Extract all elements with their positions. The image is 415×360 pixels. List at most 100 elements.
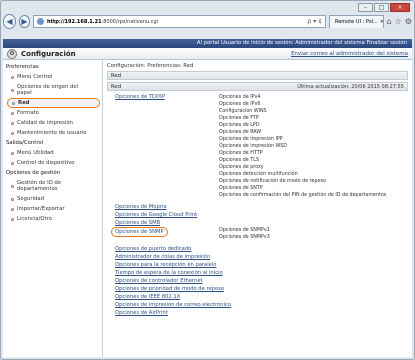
section-header-title: Red [111, 72, 122, 79]
tcpip-values: Opciones de IPv4 Opciones de IPv6 Configur… [219, 94, 408, 199]
tcpip-value: Opciones de confirmación del PIN de gest… [219, 193, 387, 198]
settings-link[interactable]: Opciones de puerto dedicado [115, 245, 408, 253]
bullet-icon [11, 197, 14, 201]
tcpip-value: Opciones de impresión WSD [219, 144, 287, 149]
sidebar-item-user-maintenance[interactable]: Mantenimiento de usuario [3, 128, 102, 138]
send-mail-link[interactable]: Enviar correo al administrador del siste… [291, 51, 408, 57]
sidebar-item-device-control[interactable]: Control de dispositivo [3, 158, 102, 168]
settings-link[interactable]: Opciones de AirPrint [115, 309, 408, 317]
snmp-settings-link[interactable]: Opciones de SNMP [111, 227, 168, 237]
tcpip-value: Opciones de SNTP [219, 186, 263, 191]
bullet-icon [11, 131, 14, 135]
settings-link[interactable]: Tiempo de espera de la conexión al inici… [115, 269, 408, 277]
top-strip [3, 32, 412, 39]
snmp-value: Opciones de SNMPv1 [219, 228, 270, 233]
network-links-a: Opciones de Mopria Opciones de Google Clo… [107, 203, 408, 227]
settings-link[interactable]: Opciones de Mopria [115, 203, 408, 211]
main-body: Preferencias Menú Control Opciones de or… [3, 60, 412, 357]
tcpip-value: Opciones de IPv6 [219, 102, 261, 107]
window-controls: – □ × [358, 3, 410, 12]
maximize-button[interactable]: □ [374, 3, 389, 12]
address-bar[interactable]: http://192.168.1.21:8000/rps/nativenu.cg… [32, 15, 326, 28]
tcpip-value: Opciones de impresión IPP [219, 137, 283, 142]
last-updated: Última actualización: 20/06 2015 08:27:5… [297, 83, 404, 90]
sidebar-item-license[interactable]: Licencia/Otro [3, 214, 102, 224]
bullet-icon [11, 111, 14, 115]
bullet-icon [11, 161, 14, 165]
browser-window: – □ × ◀ ▶ http://192.168.1.21:8000/rps/n… [0, 0, 415, 360]
sidebar-item-department-id[interactable]: Gestión de ID de departamentos [3, 178, 102, 194]
tcpip-row: Opciones de TCP/IP Opciones de IPv4 Opcio… [107, 94, 408, 199]
address-actions[interactable]: ρ ▾ ¢ [308, 18, 322, 25]
breadcrumb: Configuración: Preferencias: Red [107, 63, 194, 69]
favorites-icon[interactable]: ☆ [395, 17, 402, 26]
sidebar-item-network[interactable]: Red [7, 98, 100, 108]
tcpip-value: Opciones de HTTP [219, 151, 263, 156]
sidebar-item-security[interactable]: Seguridad [3, 194, 102, 204]
settings-link[interactable]: Opciones de SMB [115, 219, 408, 227]
content-area: Configuración: Preferencias: Red Red Red… [103, 60, 412, 357]
bullet-icon [11, 207, 14, 211]
snmp-values: Opciones de SNMPv1 Opciones de SNMPv3 [219, 227, 270, 241]
settings-link[interactable]: Opciones de prioridad de modo de reposo [115, 285, 408, 293]
tab-close-button[interactable]: × [380, 19, 383, 25]
tcpip-settings-link[interactable]: Opciones de TCP/IP [107, 94, 219, 199]
bullet-icon [11, 75, 14, 79]
tcpip-value: Opciones de FTP [219, 116, 259, 121]
sidebar-item-paper-source[interactable]: Opciones de origen del papel [3, 82, 102, 98]
subsection-header: Red Última actualización: 20/06 2015 08:… [107, 82, 408, 91]
browser-navbar: ◀ ▶ http://192.168.1.21:8000/rps/nativen… [3, 13, 412, 30]
settings-link[interactable]: Administrador de colas de impresión [115, 253, 408, 261]
page: Al portal Usuario de inicio de sesión: A… [3, 32, 412, 357]
settings-link[interactable]: Opciones de impresión de correo electrón… [115, 301, 408, 309]
tcpip-value: Opciones de RAW [219, 130, 262, 135]
settings-link[interactable]: Opciones de controlador Ethernet [115, 277, 408, 285]
tcpip-value: Opciones detección multifunción [219, 172, 298, 177]
settings-link[interactable]: Opciones para la recepción en paralelo [115, 261, 408, 269]
tcpip-value: Configuración WINS [219, 109, 267, 114]
bullet-icon [11, 184, 14, 188]
sidebar-item-menu-control[interactable]: Menú Control [3, 72, 102, 82]
sidebar-group-preferences[interactable]: Preferencias [3, 62, 102, 72]
sidebar-group-output[interactable]: Salida/Control [3, 138, 102, 148]
bullet-icon [11, 88, 14, 92]
gear-icon[interactable]: ⚙ [405, 17, 412, 26]
settings-link[interactable]: Opciones de IEEE 802.1X [115, 293, 408, 301]
page-title: ⚙ Configuración [7, 48, 76, 59]
tcpip-value: Opciones de proxy [219, 165, 264, 170]
sidebar-item-import-export[interactable]: Importar/Exportar [3, 204, 102, 214]
globe-icon [36, 18, 44, 25]
sidebar-item-utility-menu[interactable]: Menú Utilidad [3, 148, 102, 158]
minimize-button[interactable]: – [358, 3, 373, 12]
title-bar: ⚙ Configuración Enviar correo al adminis… [3, 48, 412, 60]
subsection-header-title: Red [111, 83, 122, 90]
url-text: http://192.168.1.21:8000/rps/nativenu.cg… [46, 18, 159, 25]
tcpip-value: Opciones de IPv4 [219, 95, 261, 100]
sidebar: Preferencias Menú Control Opciones de or… [3, 60, 103, 357]
home-icon[interactable]: ⌂ [387, 17, 392, 26]
tab-title: Remote UI : Pol... [334, 19, 378, 25]
close-window-button[interactable]: × [390, 3, 410, 12]
settings-icon: ⚙ [7, 48, 17, 59]
snmp-value: Opciones de SNMPv3 [219, 235, 270, 240]
tcpip-value: Opciones de LPD [219, 123, 260, 128]
forward-button[interactable]: ▶ [18, 15, 30, 28]
sidebar-group-management[interactable]: Opciones de gestión [3, 168, 102, 178]
sidebar-item-format[interactable]: Formato [3, 108, 102, 118]
browser-tools: ⌂ ☆ ⚙ [387, 17, 412, 26]
sidebar-item-print-quality[interactable]: Calidad de impresión [3, 118, 102, 128]
settings-link[interactable]: Opciones de Google Cloud Print [115, 211, 408, 219]
tcpip-value: Opciones de TLS [219, 158, 259, 163]
browser-tab[interactable]: Remote UI : Pol... × [328, 15, 384, 28]
bullet-icon [11, 151, 14, 155]
bullet-icon [11, 121, 14, 125]
page-title-text: Configuración [21, 49, 76, 58]
status-bar: Al portal Usuario de inicio de sesión: A… [3, 39, 412, 48]
network-links-b: Opciones de puerto dedicado Administrador… [107, 245, 408, 317]
back-button[interactable]: ◀ [3, 14, 16, 29]
tcpip-value: Opciones de notificación de modo de repo… [219, 179, 326, 184]
section-header: Red [107, 71, 408, 80]
bullet-icon [12, 101, 15, 105]
bullet-icon [11, 217, 14, 221]
snmp-row: Opciones de SNMP Opciones de SNMPv1 Opcio… [107, 227, 408, 241]
